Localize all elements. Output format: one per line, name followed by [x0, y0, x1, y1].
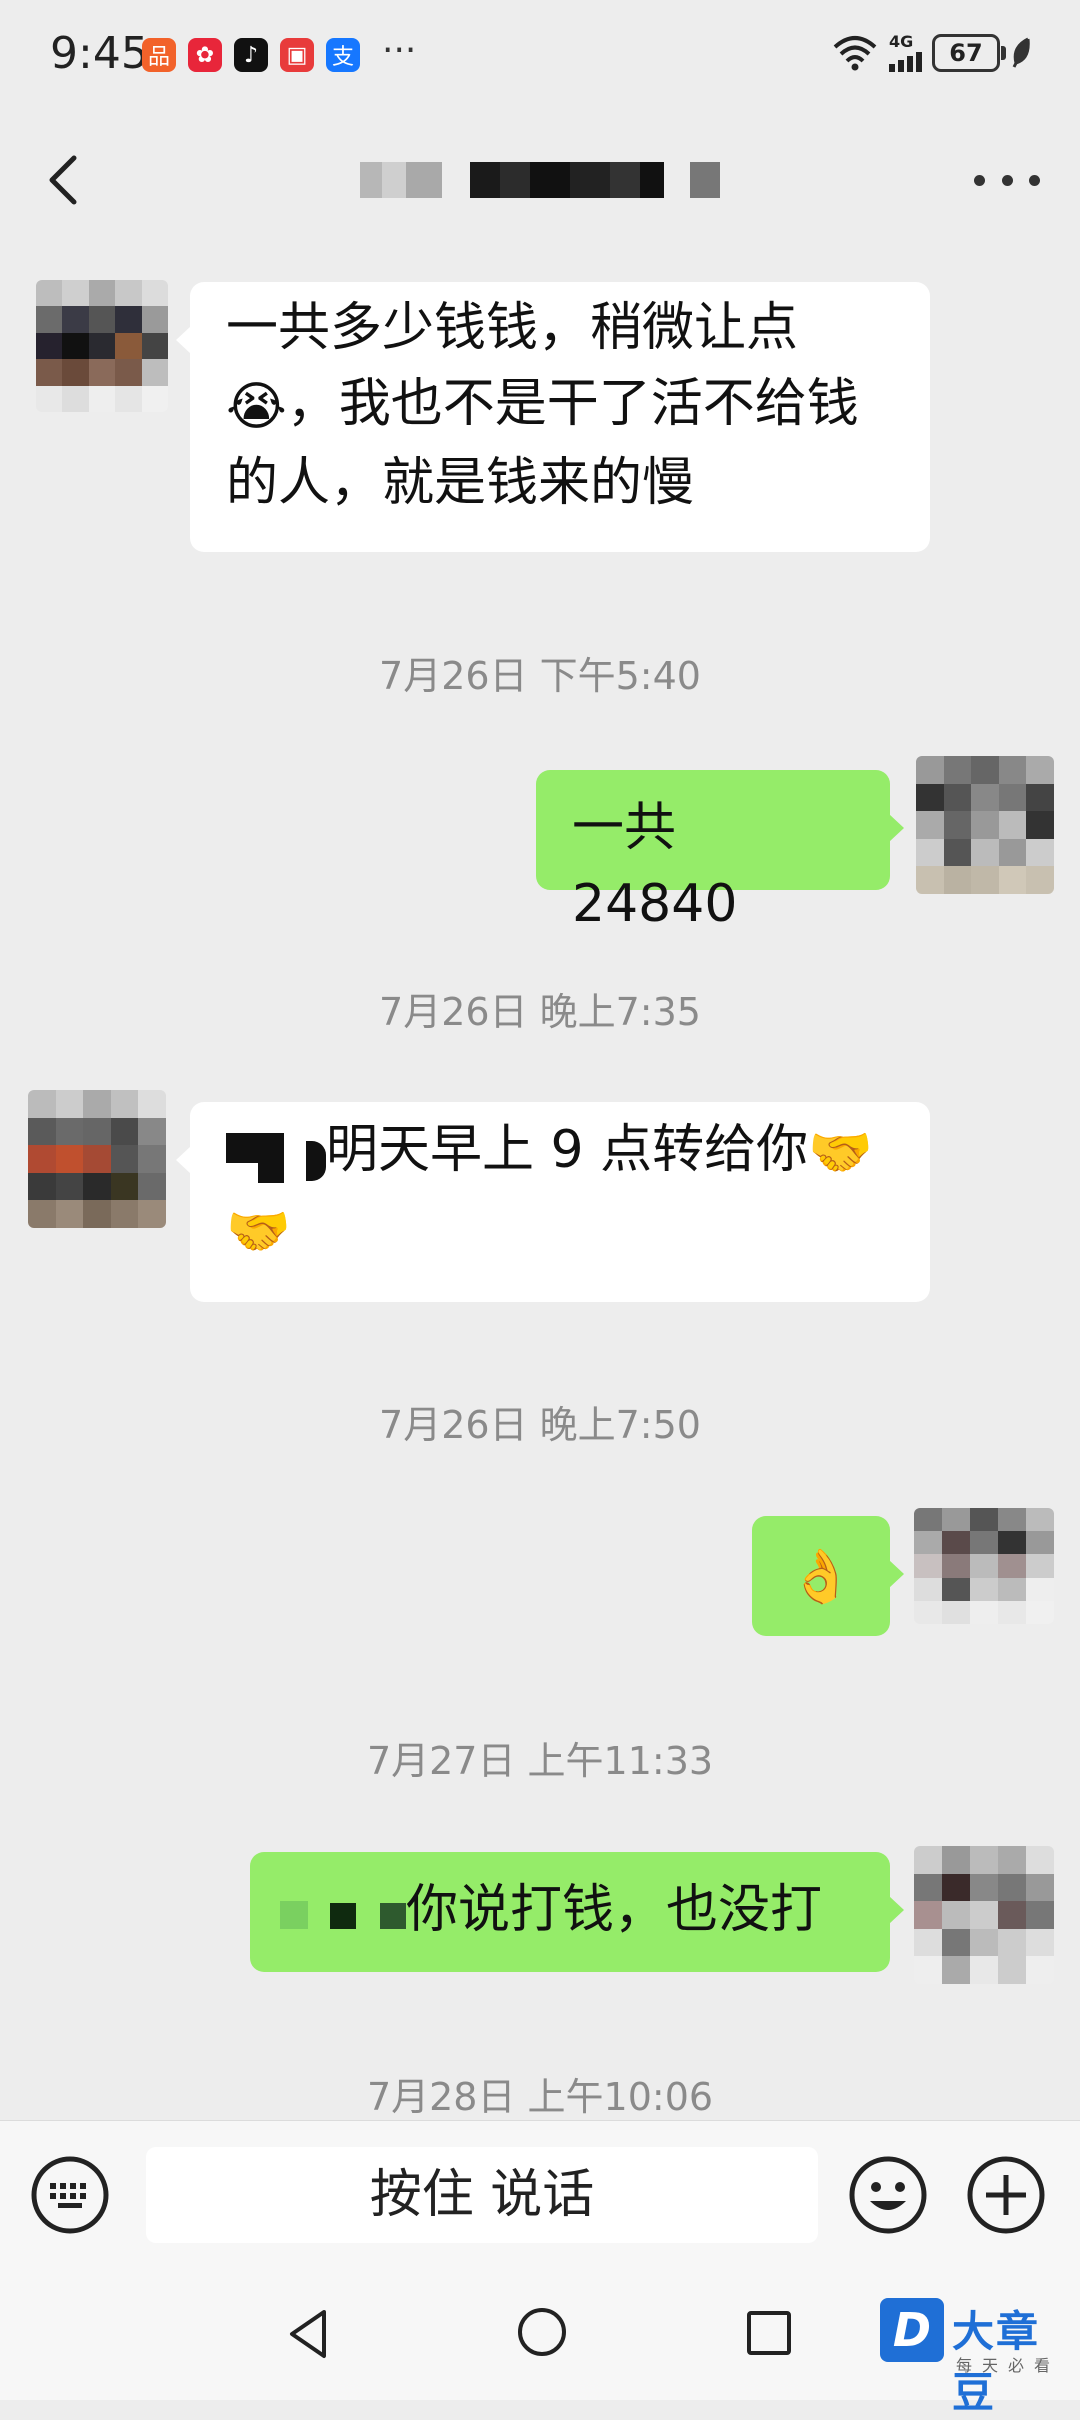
- handshake-emoji: 🤝: [808, 1123, 873, 1183]
- watermark-d-icon: D: [880, 2298, 944, 2362]
- nav-back-icon[interactable]: [284, 2306, 334, 2362]
- network-type: 4G: [889, 32, 914, 51]
- smiley-icon[interactable]: [848, 2155, 928, 2235]
- status-indicators: 4G 67: [831, 34, 1032, 72]
- timestamp: 7月26日 下午5:40: [379, 654, 701, 698]
- tiktok-icon: ♪: [234, 38, 268, 72]
- app-red-icon: ✿: [188, 38, 222, 72]
- my-avatar[interactable]: [914, 1846, 1054, 1984]
- chat-header: [0, 110, 1080, 250]
- status-bar: 9:45 品 ✿ ♪ ▣ 支 ··· 4G 67: [0, 0, 1080, 110]
- message-text: 一共多少钱钱，稍微让点: [226, 298, 799, 358]
- message-text: ，我也不是干了活不给钱: [286, 374, 859, 434]
- outgoing-message-bubble[interactable]: 一共 24840: [536, 770, 904, 934]
- outgoing-message-bubble[interactable]: 👌: [752, 1516, 904, 1636]
- message-text: 的人，就是钱来的慢: [226, 453, 695, 513]
- signal-icon: [889, 50, 922, 72]
- status-time: 9:45: [50, 28, 149, 79]
- crying-emoji: 😭: [226, 377, 287, 437]
- my-avatar[interactable]: [914, 1508, 1054, 1624]
- status-app-icons: 品 ✿ ♪ ▣ 支: [142, 38, 360, 72]
- incoming-message-bubble[interactable]: 一共多少钱钱，稍微让点 😭，我也不是干了活不给钱 的人，就是钱来的慢: [176, 282, 930, 552]
- redacted-contact-name: [360, 162, 720, 198]
- more-notifications: ···: [382, 30, 417, 71]
- ok-hand-emoji: 👌: [788, 1547, 854, 1607]
- keyboard-icon[interactable]: [30, 2155, 110, 2235]
- timestamp: 7月27日 上午11:33: [366, 1739, 714, 1783]
- outgoing-message-bubble[interactable]: 你说打钱，也没打: [250, 1852, 904, 1972]
- message-list[interactable]: 一共多少钱钱，稍微让点 😭，我也不是干了活不给钱 的人，就是钱来的慢 7月26日…: [0, 250, 1080, 2120]
- app-orange-icon: 品: [142, 38, 176, 72]
- chat-input-bar: 按住 说话: [0, 2120, 1080, 2269]
- redacted-text: [280, 1887, 406, 1939]
- contact-avatar[interactable]: [36, 280, 168, 412]
- app-red-square-icon: ▣: [280, 38, 314, 72]
- battery-level: 67: [932, 34, 1006, 72]
- incoming-message-bubble[interactable]: 明天早上 9 点转给你🤝 🤝: [176, 1102, 930, 1302]
- alipay-icon: 支: [326, 38, 360, 72]
- timestamp: 7月26日 晚上7:35: [379, 990, 701, 1034]
- ellipsis-icon[interactable]: [974, 162, 1040, 198]
- contact-avatar[interactable]: [28, 1090, 166, 1228]
- wifi-icon: [833, 36, 877, 71]
- watermark-logo: D 大章豆 每天必看: [880, 2298, 1080, 2417]
- leaf-icon: [1012, 37, 1030, 68]
- nav-recents-icon[interactable]: [744, 2308, 794, 2358]
- my-avatar[interactable]: [916, 756, 1054, 894]
- watermark-subtext: 每天必看: [956, 2356, 1061, 2375]
- nav-home-icon[interactable]: [516, 2306, 568, 2358]
- plus-circle-icon[interactable]: [966, 2155, 1046, 2235]
- handshake-emoji: 🤝: [226, 1202, 291, 1262]
- message-text: 一共 24840: [572, 798, 738, 934]
- timestamp: 7月28日 上午10:06: [366, 2075, 714, 2119]
- hold-to-talk-button[interactable]: 按住 说话: [146, 2147, 818, 2243]
- timestamp: 7月26日 晚上7:50: [379, 1403, 701, 1447]
- system-navigation-bar: D 大章豆 每天必看: [0, 2268, 1080, 2417]
- chevron-left-icon[interactable]: [40, 150, 90, 210]
- message-text: 明天早上 9 点转给你: [326, 1120, 809, 1180]
- redacted-text: [226, 1127, 326, 1183]
- message-text: 你说打钱，也没打: [406, 1880, 823, 1940]
